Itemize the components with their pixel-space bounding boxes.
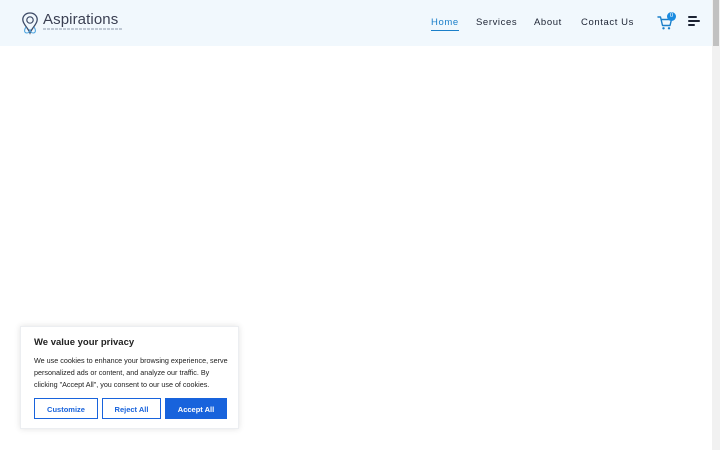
nav-active-underline bbox=[431, 30, 459, 31]
page-scrollbar[interactable] bbox=[712, 0, 720, 450]
nav-home[interactable]: Home bbox=[431, 17, 459, 31]
nav-services[interactable]: Services bbox=[476, 17, 517, 29]
nav-services-label: Services bbox=[476, 17, 518, 28]
hamburger-menu-icon[interactable] bbox=[688, 16, 700, 27]
nav-about[interactable]: About bbox=[534, 17, 562, 29]
reject-all-button[interactable]: Reject All bbox=[102, 398, 161, 419]
menu-line-middle bbox=[688, 20, 700, 22]
page: Aspirations Home Services About Contact … bbox=[0, 0, 720, 450]
nav-about-label: About bbox=[534, 17, 562, 28]
customize-button[interactable]: Customize bbox=[34, 398, 98, 419]
menu-line-top bbox=[688, 16, 697, 18]
menu-line-bottom bbox=[688, 24, 695, 26]
main-nav: Home Services About Contact Us bbox=[0, 17, 712, 31]
cookie-banner-title: We value your privacy bbox=[34, 337, 135, 348]
nav-home-label: Home bbox=[431, 17, 459, 28]
site-header: Aspirations Home Services About Contact … bbox=[0, 0, 712, 46]
nav-contact-label: Contact Us bbox=[581, 17, 634, 28]
cookie-banner-text: We use cookies to enhance your browsing … bbox=[34, 356, 228, 389]
nav-contact-us[interactable]: Contact Us bbox=[581, 17, 634, 29]
scrollbar-thumb[interactable] bbox=[713, 0, 719, 46]
cart-count-badge: 0 bbox=[667, 12, 676, 21]
accept-all-button[interactable]: Accept All bbox=[165, 398, 227, 419]
cookie-consent-banner: We value your privacy We use cookies to … bbox=[20, 326, 239, 429]
